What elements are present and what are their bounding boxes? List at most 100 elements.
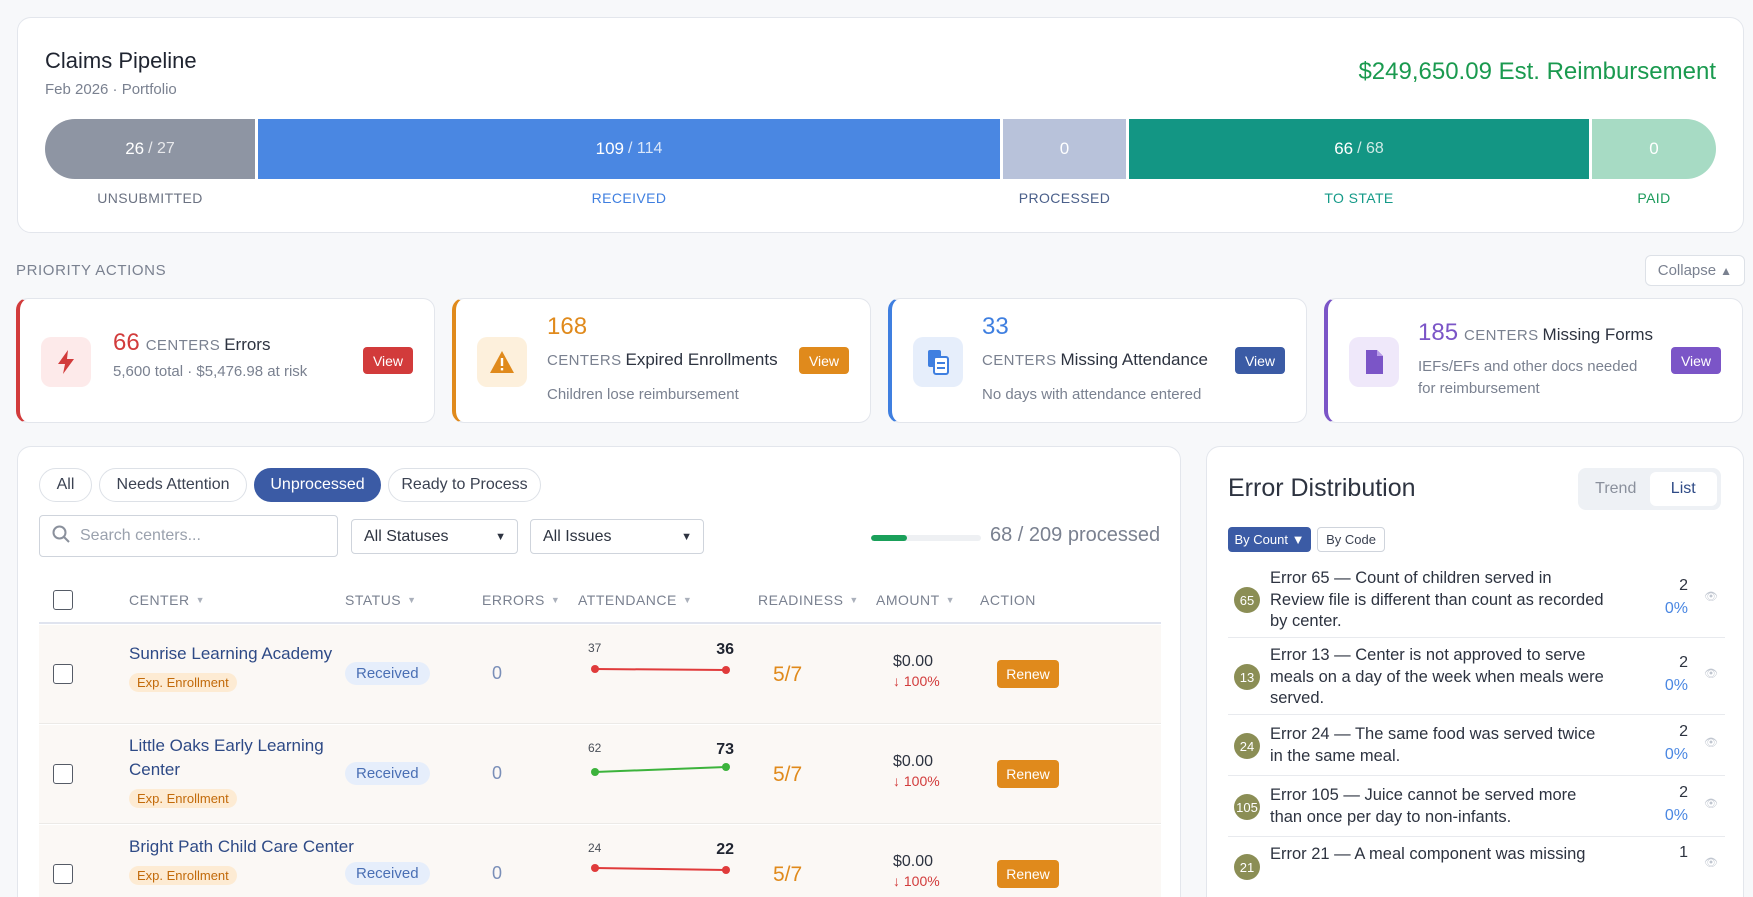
sort-by-count-button[interactable]: By Count ▼ [1228, 527, 1311, 552]
issues-select[interactable]: All Issues ▼ [530, 519, 704, 554]
eye-icon[interactable]: 👁 [1704, 856, 1718, 869]
expired-label: Expired Enrollments [625, 350, 778, 369]
missing-forms-card: 185 CENTERS Missing Forms IEFs/EFs and oth… [1324, 298, 1743, 423]
error-code-badge: 13 [1234, 664, 1260, 690]
tab-needs-attention[interactable]: Needs Attention [99, 468, 247, 502]
tab-ready-to-process[interactable]: Ready to Process [388, 468, 541, 502]
amount-cell: $0.00 ↓ 100% [893, 753, 940, 789]
toggle-list[interactable]: List [1649, 472, 1717, 506]
document-copy-icon [913, 337, 963, 387]
column-attendance[interactable]: ATTENDANCE ▼ [578, 577, 692, 622]
row-checkbox[interactable] [53, 764, 73, 784]
column-center[interactable]: CENTER ▼ [129, 577, 205, 622]
error-list-item[interactable]: 24 Error 24 — The same food was served t… [1228, 716, 1725, 776]
error-list-item[interactable]: 65 Error 65 — Count of children served i… [1228, 562, 1725, 638]
amount-value: $0.00 [893, 853, 934, 870]
forms-label: Missing Forms [1542, 325, 1654, 344]
column-attendance-label: ATTENDANCE [578, 591, 677, 608]
errors-view-button[interactable]: View [363, 347, 413, 374]
attendance-view-button[interactable]: View [1235, 347, 1285, 374]
errors-label: Errors [224, 335, 271, 354]
eye-icon[interactable]: 👁 [1704, 797, 1718, 810]
sort-caret-icon: ▼ [550, 594, 561, 605]
select-all-cell [53, 577, 73, 622]
expired-sub: Children lose reimbursement [547, 386, 739, 403]
error-list-item[interactable]: 21 Error 21 — A meal component was missi… [1228, 838, 1725, 897]
amount-change: ↓ 100% [893, 773, 940, 789]
column-errors[interactable]: ERRORS ▼ [482, 577, 560, 622]
status-select[interactable]: All Statuses ▼ [351, 519, 518, 554]
column-amount[interactable]: AMOUNT ▼ [876, 577, 955, 622]
label-received: RECEIVED [591, 190, 667, 206]
attendance-sparkline: 37 36 [588, 642, 734, 674]
segment-to-state[interactable]: 66/ 68 [1129, 119, 1589, 179]
error-count: 2 [1679, 784, 1688, 801]
center-name-link[interactable]: Sunrise Learning Academy [129, 642, 332, 666]
error-description: Error 21 — A meal component was missing [1270, 845, 1586, 863]
toggle-trend[interactable]: Trend [1582, 472, 1650, 506]
center-name-link[interactable]: Bright Path Child Care Center [129, 835, 354, 859]
renew-button[interactable]: Renew [997, 860, 1059, 888]
attendance-end-point [722, 866, 730, 874]
tab-all[interactable]: All [39, 468, 92, 502]
column-readiness[interactable]: READINESS ▼ [758, 577, 859, 622]
amount-change: ↓ 100% [893, 673, 940, 689]
search-input[interactable] [80, 527, 320, 545]
error-list-item[interactable]: 13 Error 13 — Center is not approved to … [1228, 639, 1725, 715]
status-badge: Received [345, 862, 430, 885]
progress-fill [871, 535, 907, 541]
forms-view-button[interactable]: View [1671, 347, 1721, 374]
table-row[interactable]: Sunrise Learning Academy Exp. Enrollment… [39, 625, 1161, 724]
column-center-label: CENTER [129, 591, 190, 608]
error-count: 2 [1679, 654, 1688, 671]
attendance-start-point [591, 864, 599, 872]
issues-select-value: All Issues [543, 527, 612, 545]
expired-enrollment-label: Exp. Enrollment [129, 866, 237, 885]
expired-view-button[interactable]: View [799, 347, 849, 374]
renew-button[interactable]: Renew [997, 760, 1059, 788]
center-name-link[interactable]: Little Oaks Early Learning Center [129, 734, 339, 782]
sort-by-code-button[interactable]: By Code [1317, 527, 1385, 552]
status-badge: Received [345, 662, 430, 685]
eye-icon[interactable]: 👁 [1704, 667, 1718, 680]
renew-button[interactable]: Renew [997, 660, 1059, 688]
row-checkbox[interactable] [53, 864, 73, 884]
readiness-value: 5/7 [773, 763, 803, 786]
row-checkbox[interactable] [53, 664, 73, 684]
eye-icon[interactable]: 👁 [1704, 736, 1718, 749]
claims-pipeline-card: Claims Pipeline Feb 2026 · Portfolio $24… [17, 17, 1744, 233]
segment-received[interactable]: 109/ 114 [258, 119, 1000, 179]
tab-unprocessed[interactable]: Unprocessed [254, 468, 381, 502]
segment-total: / 68 [1357, 140, 1384, 157]
column-status[interactable]: STATUS ▼ [345, 577, 417, 622]
table-row[interactable]: Bright Path Child Care Center Exp. Enrol… [39, 825, 1161, 897]
processed-progress-bar [871, 535, 981, 541]
search-box [39, 515, 338, 557]
error-count: 1 [1679, 844, 1688, 861]
attendance-sparkline: 24 22 [588, 842, 734, 874]
segment-value: 66 [1334, 139, 1354, 158]
attendance-trend-line [594, 867, 727, 871]
collapse-button[interactable]: Collapse ▲ [1644, 255, 1745, 286]
error-code-badge: 65 [1234, 587, 1260, 613]
segment-unsubmitted[interactable]: 26/ 27 [45, 119, 255, 179]
table-header: CENTER ▼ STATUS ▼ ERRORS ▼ ATTENDANCE ▼ READ… [39, 577, 1161, 624]
attendance-count: 33 [982, 313, 1009, 340]
forms-headline: 185 CENTERS Missing Forms [1418, 319, 1653, 347]
attendance-end-point [722, 763, 730, 771]
attendance-trend-line [594, 668, 727, 671]
expired-enrollment-tag: Exp. Enrollment [129, 866, 237, 885]
select-all-checkbox[interactable] [53, 589, 73, 610]
sort-caret-icon: ▼ [682, 594, 693, 605]
missing-attendance-card: 33 CENTERS Missing Attendance No days wit… [888, 298, 1307, 423]
eye-icon[interactable]: 👁 [1704, 590, 1718, 603]
attendance-previous: 62 [588, 742, 602, 755]
segment-paid[interactable]: 0 [1592, 119, 1716, 179]
attendance-current: 36 [716, 642, 734, 658]
status-badge: Received [345, 762, 430, 785]
error-list-item[interactable]: 105 Error 105 — Juice cannot be served m… [1228, 777, 1725, 837]
column-action: ACTION [980, 577, 1036, 622]
segment-processed[interactable]: 0 [1003, 119, 1126, 179]
expired-kicker: CENTERS [547, 352, 622, 369]
table-row[interactable]: Little Oaks Early Learning Center Exp. E… [39, 725, 1161, 824]
